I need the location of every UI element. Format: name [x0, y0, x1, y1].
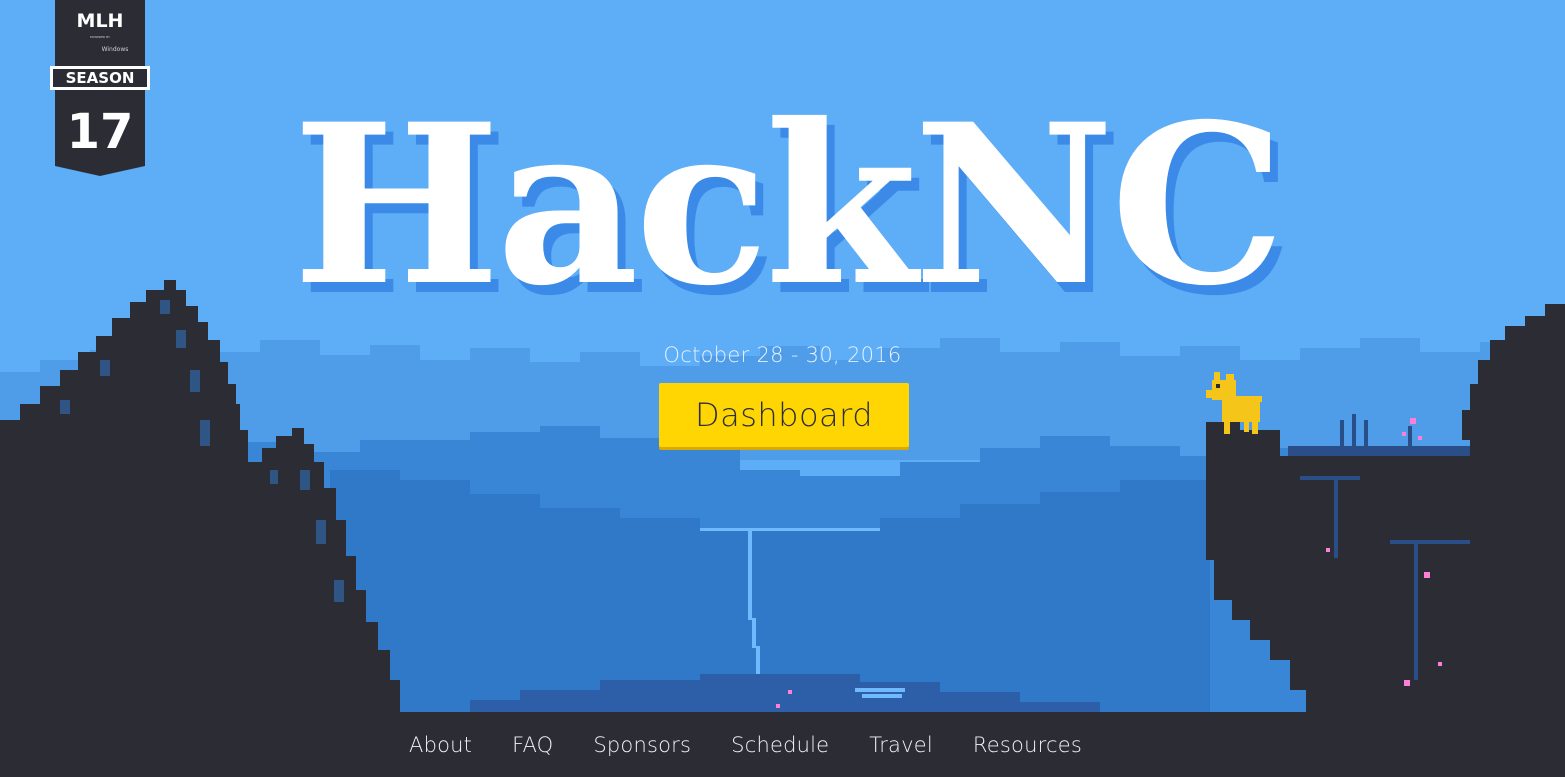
badge-partner: Windows: [102, 46, 129, 53]
nav-item-about: About: [409, 733, 472, 757]
nav-item-schedule: Schedule: [731, 733, 829, 757]
nav-list: About FAQ Sponsors Schedule Travel Resou…: [409, 712, 1122, 777]
hero-title-text: HackNC: [293, 75, 1282, 334]
nav-item-travel: Travel: [869, 733, 933, 757]
nav-link-travel[interactable]: Travel: [869, 733, 933, 757]
bottom-navigation: About FAQ Sponsors Schedule Travel Resou…: [0, 712, 1565, 777]
nav-link-faq[interactable]: FAQ: [512, 733, 553, 757]
mlh-season-badge[interactable]: MLH POWERED BY Windows SEASON 17: [49, 0, 151, 176]
nav-item-sponsors: Sponsors: [593, 733, 691, 757]
nav-item-resources: Resources: [973, 733, 1082, 757]
event-date: October 28 - 30, 2016: [663, 343, 902, 367]
badge-label: SEASON: [66, 69, 135, 87]
hero-title: HackNC HackNC: [293, 70, 1294, 344]
dashboard-button[interactable]: Dashboard: [659, 383, 909, 447]
badge-number: 17: [67, 104, 134, 160]
nav-link-resources[interactable]: Resources: [973, 733, 1082, 757]
badge-org: MLH: [77, 10, 124, 32]
nav-link-schedule[interactable]: Schedule: [731, 733, 829, 757]
badge-powered-by: POWERED BY: [90, 35, 110, 39]
nav-link-about[interactable]: About: [409, 733, 472, 757]
nav-item-faq: FAQ: [512, 733, 553, 757]
nav-link-sponsors[interactable]: Sponsors: [593, 733, 691, 757]
